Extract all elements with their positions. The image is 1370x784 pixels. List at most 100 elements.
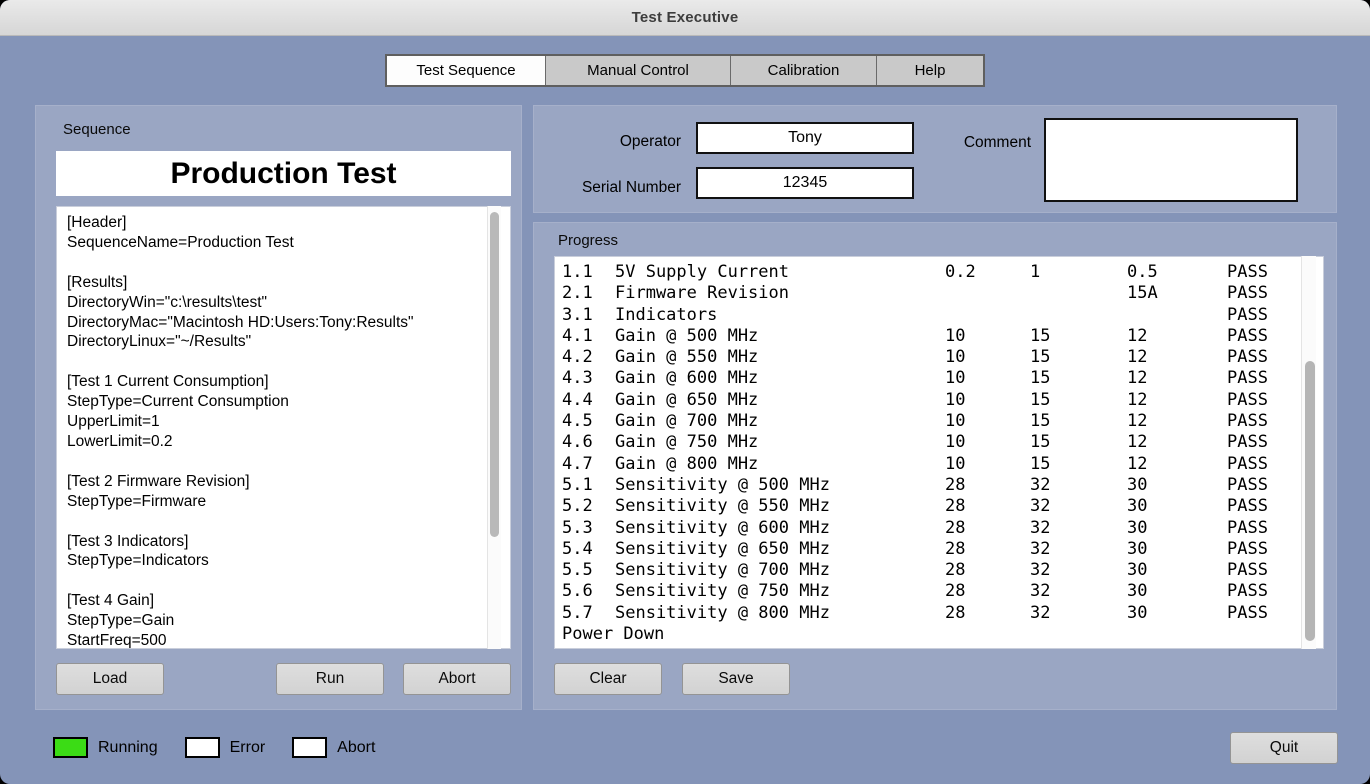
tab[interactable]: Calibration (730, 56, 876, 85)
serial-number-label: Serial Number (534, 179, 681, 197)
progress-low-limit (945, 624, 1030, 645)
progress-step: 5.4 (562, 539, 615, 560)
progress-measured: 30 (1127, 539, 1227, 560)
progress-step: 4.2 (562, 347, 615, 368)
progress-low-limit: 28 (945, 518, 1030, 539)
progress-measured: 15A (1127, 283, 1227, 304)
progress-high-limit: 32 (1030, 475, 1127, 496)
serial-number-field[interactable] (696, 167, 914, 199)
indicator-label: Abort (337, 739, 375, 757)
progress-low-limit: 10 (945, 347, 1030, 368)
progress-scrollbar[interactable] (1301, 256, 1316, 649)
progress-high-limit: 15 (1030, 390, 1127, 411)
progress-high-limit: 15 (1030, 432, 1127, 453)
sequence-scrollbar-thumb[interactable] (490, 212, 499, 537)
progress-high-limit: 32 (1030, 581, 1127, 602)
progress-low-limit: 10 (945, 432, 1030, 453)
progress-measured (1127, 305, 1227, 326)
progress-test-name: Gain @ 550 MHz (615, 347, 945, 368)
indicator-lamp (53, 737, 88, 758)
progress-measured: 12 (1127, 411, 1227, 432)
progress-measured: 12 (1127, 326, 1227, 347)
progress-test-name: Sensitivity @ 500 MHz (615, 475, 945, 496)
progress-high-limit: 32 (1030, 539, 1127, 560)
comment-label: Comment (884, 134, 1031, 152)
progress-test-name (615, 624, 945, 645)
progress-step: 2.1 (562, 283, 615, 304)
progress-panel-label: Progress (558, 232, 618, 249)
progress-row: 5.5 Sensitivity @ 700 MHz 28 32 30 PASS (562, 560, 1323, 581)
save-button[interactable]: Save (682, 663, 790, 695)
progress-row: 4.2 Gain @ 550 MHz 10 15 12 PASS (562, 347, 1323, 368)
load-button[interactable]: Load (56, 663, 164, 695)
progress-low-limit: 28 (945, 560, 1030, 581)
progress-low-limit: 28 (945, 539, 1030, 560)
progress-row: 4.3 Gain @ 600 MHz 10 15 12 PASS (562, 368, 1323, 389)
abort-button[interactable]: Abort (403, 663, 511, 695)
tab[interactable]: Manual Control (545, 56, 730, 85)
progress-step: 4.4 (562, 390, 615, 411)
progress-row: 5.4 Sensitivity @ 650 MHz 28 32 30 PASS (562, 539, 1323, 560)
progress-row: 5.3 Sensitivity @ 600 MHz 28 32 30 PASS (562, 518, 1323, 539)
progress-step: 5.6 (562, 581, 615, 602)
progress-high-limit (1030, 283, 1127, 304)
tab[interactable]: Test Sequence (387, 56, 545, 85)
indicator-lamp (292, 737, 327, 758)
progress-high-limit: 1 (1030, 262, 1127, 283)
progress-scrollbar-thumb[interactable] (1305, 361, 1315, 641)
title-bar[interactable]: Test Executive (0, 0, 1370, 36)
clear-button[interactable]: Clear (554, 663, 662, 695)
progress-step: 5.3 (562, 518, 615, 539)
indicator-lamp (185, 737, 220, 758)
progress-measured: 30 (1127, 560, 1227, 581)
run-button[interactable]: Run (276, 663, 384, 695)
progress-step: 4.7 (562, 454, 615, 475)
progress-row: 5.7 Sensitivity @ 800 MHz 28 32 30 PASS (562, 603, 1323, 624)
progress-test-name: Sensitivity @ 650 MHz (615, 539, 945, 560)
progress-measured: 30 (1127, 603, 1227, 624)
progress-step: 5.5 (562, 560, 615, 581)
progress-high-limit: 32 (1030, 518, 1127, 539)
progress-test-name: Sensitivity @ 750 MHz (615, 581, 945, 602)
progress-measured: 30 (1127, 518, 1227, 539)
tab-label: Manual Control (587, 62, 689, 79)
progress-high-limit: 32 (1030, 560, 1127, 581)
operator-label: Operator (534, 133, 681, 151)
progress-high-limit: 15 (1030, 454, 1127, 475)
operator-field[interactable] (696, 122, 914, 154)
progress-high-limit (1030, 305, 1127, 326)
progress-high-limit: 15 (1030, 347, 1127, 368)
operator-panel: Operator Serial Number Comment (533, 105, 1337, 213)
progress-step: 4.6 (562, 432, 615, 453)
progress-step: 5.1 (562, 475, 615, 496)
comment-field[interactable] (1044, 118, 1298, 202)
progress-high-limit: 15 (1030, 326, 1127, 347)
progress-list[interactable]: 1.1 5V Supply Current 0.2 1 0.5 PASS 2.1… (554, 256, 1324, 649)
progress-low-limit: 10 (945, 390, 1030, 411)
progress-row: 2.1 Firmware Revision 15A PASS (562, 283, 1323, 304)
progress-row: 5.1 Sensitivity @ 500 MHz 28 32 30 PASS (562, 475, 1323, 496)
progress-test-name: Gain @ 650 MHz (615, 390, 945, 411)
sequence-scrollbar[interactable] (487, 206, 501, 649)
progress-low-limit (945, 305, 1030, 326)
progress-row: 5.6 Sensitivity @ 750 MHz 28 32 30 PASS (562, 581, 1323, 602)
progress-step: 4.1 (562, 326, 615, 347)
progress-low-limit: 28 (945, 475, 1030, 496)
sequence-editor[interactable]: [Header] SequenceName=Production Test [R… (56, 206, 511, 649)
progress-low-limit: 0.2 (945, 262, 1030, 283)
progress-row: 4.4 Gain @ 650 MHz 10 15 12 PASS (562, 390, 1323, 411)
tab[interactable]: Help (876, 56, 983, 85)
progress-measured: 12 (1127, 368, 1227, 389)
quit-button[interactable]: Quit (1230, 732, 1338, 764)
progress-test-name: Firmware Revision (615, 283, 945, 304)
progress-measured: 30 (1127, 475, 1227, 496)
indicator-label: Running (98, 739, 158, 757)
progress-low-limit: 10 (945, 368, 1030, 389)
progress-test-name: Indicators (615, 305, 945, 326)
progress-row: 3.1 Indicators PASS (562, 305, 1323, 326)
progress-low-limit (945, 283, 1030, 304)
progress-row: 4.6 Gain @ 750 MHz 10 15 12 PASS (562, 432, 1323, 453)
progress-step: 4.3 (562, 368, 615, 389)
sequence-panel-label: Sequence (63, 121, 131, 138)
progress-test-name: Sensitivity @ 700 MHz (615, 560, 945, 581)
